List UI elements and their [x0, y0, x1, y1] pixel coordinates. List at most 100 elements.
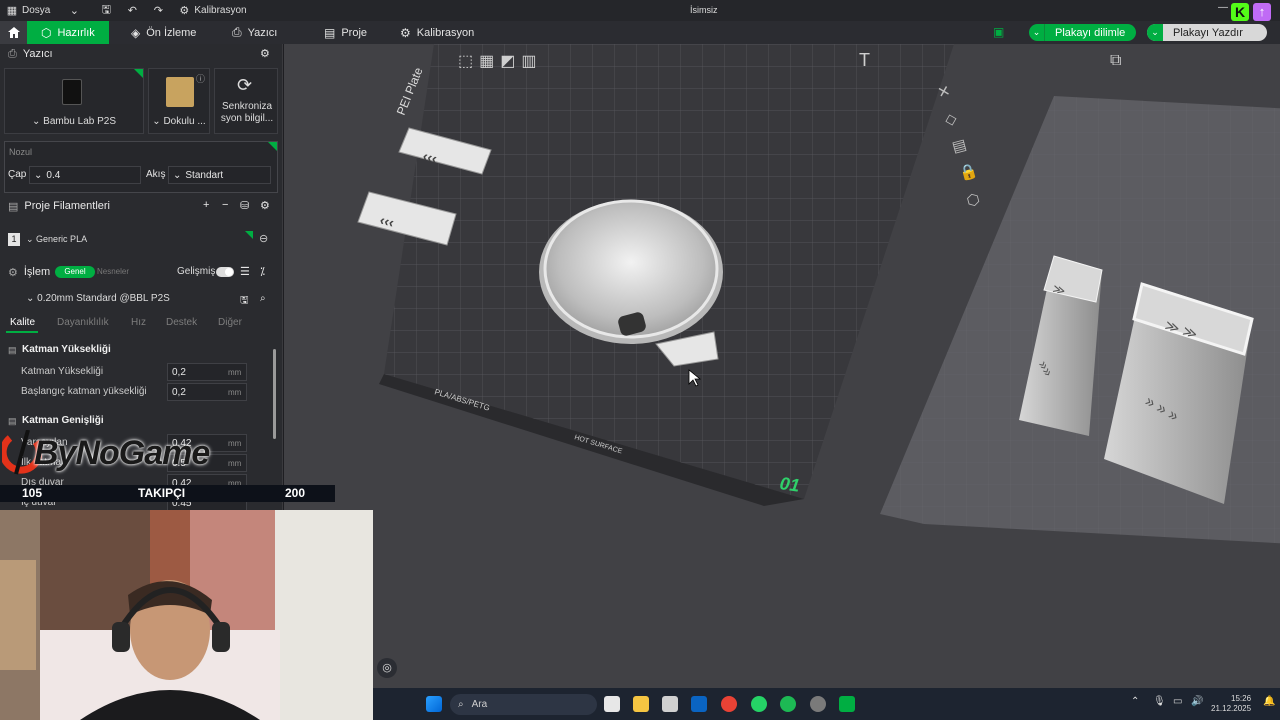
calibration-menu[interactable]: ⚙ Kalibrasyon	[172, 5, 252, 17]
tab-label: Proje	[341, 26, 368, 39]
list-icon[interactable]: ☰	[240, 265, 250, 278]
subtab-other[interactable]: Diğer	[218, 317, 242, 328]
info-icon[interactable]: ⓘ	[196, 72, 205, 85]
chevron-down-icon: ⌄	[1147, 24, 1163, 41]
subtab-quality[interactable]: Kalite	[10, 317, 35, 328]
tab-prepare[interactable]: ⬡ Hazırlık	[27, 21, 109, 44]
whatsapp-icon[interactable]	[751, 696, 767, 712]
process-icon: ⚙	[8, 266, 18, 279]
tab-project[interactable]: ▤ Proje	[324, 21, 367, 44]
gear-icon: ⚙	[400, 25, 411, 40]
scrollbar[interactable]	[273, 349, 276, 439]
sync-label: Senkroniza syon bilgil...	[220, 101, 274, 124]
advanced-toggle[interactable]	[216, 267, 234, 277]
gear-icon[interactable]: ⚙	[260, 199, 270, 212]
app-icon[interactable]	[810, 696, 826, 712]
process-preset-select[interactable]: ⌄ 0.20mm Standard @BBL P2S	[26, 291, 230, 307]
spotify-icon[interactable]	[780, 696, 796, 712]
webcam-feed	[0, 510, 373, 720]
mail-icon[interactable]	[691, 696, 707, 712]
3d-viewport[interactable]: PEI Plate PLA/ABS/PETG HOT SURFACE 01 ‹‹…	[284, 44, 1280, 688]
chevron-up-icon[interactable]: ⌃	[1131, 696, 1139, 707]
file-explorer-icon[interactable]	[633, 696, 649, 712]
multi-device-icon[interactable]: ▣	[993, 25, 1004, 39]
filament-section-title: Proje Filamentleri	[24, 200, 110, 212]
taskbar-search[interactable]: ⌕ Ara	[450, 694, 597, 715]
plate-card[interactable]: ⓘ ⌄ Dokulu ...	[148, 68, 210, 134]
sync-filament-icon[interactable]: ⛁	[240, 199, 249, 212]
sync-card[interactable]: ⟳ Senkroniza syon bilgil...	[214, 68, 278, 134]
chrome-icon[interactable]	[721, 696, 737, 712]
redo-icon[interactable]: ↷	[152, 5, 164, 17]
follower-goal-bar: 105 TAKIPÇI 200	[0, 485, 335, 502]
orient-icon[interactable]: ◩	[500, 51, 515, 73]
volume-icon[interactable]: 🔊	[1191, 696, 1203, 707]
tab-label: Ön İzleme	[146, 26, 197, 39]
assembly-view-icon[interactable]: ⧉	[1110, 52, 1121, 70]
subtab-strength[interactable]: Dayanıklılık	[57, 317, 109, 328]
camera-capture-icon[interactable]: ◎	[377, 658, 397, 678]
arrange-icon[interactable]: ▥	[521, 51, 536, 73]
add-filament-icon[interactable]: +	[203, 199, 209, 211]
task-view-icon[interactable]	[604, 696, 620, 712]
clock-time: 15:26	[1231, 694, 1252, 703]
network-icon[interactable]: ▭	[1173, 696, 1182, 707]
gear-icon[interactable]: ⚙	[260, 47, 270, 60]
file-menu-label: Dosya	[22, 5, 51, 16]
plate-name: ⌄ Dokulu ...	[152, 116, 206, 127]
save-icon[interactable]: 🖫	[100, 4, 112, 17]
start-menu-icon[interactable]	[426, 696, 442, 712]
text-tool-icon[interactable]: T	[859, 50, 870, 71]
home-button[interactable]	[0, 21, 27, 44]
objects-toggle[interactable]: Nesneler	[97, 267, 129, 276]
slice-plate-button[interactable]: ⌄ Plakayı dilimle	[1029, 24, 1136, 41]
tab-calibration[interactable]: ⚙ Kalibrasyon	[400, 21, 474, 44]
tab-printer[interactable]: ⎙ Yazıcı	[232, 21, 277, 44]
menu-grid-icon: ▦	[6, 5, 18, 17]
remove-filament-icon[interactable]: −	[222, 199, 228, 211]
bambu-studio-icon[interactable]	[839, 696, 855, 712]
chevron-down-icon: ⌄	[69, 5, 79, 17]
grid-icon[interactable]: ▦	[479, 51, 494, 73]
minimize-icon[interactable]: —	[1218, 2, 1228, 13]
print-plate-button[interactable]: ⌄ Plakayı Yazdır	[1147, 24, 1267, 41]
microphone-icon[interactable]: 🎙	[1153, 696, 1166, 707]
brand-name: ByNoGame	[34, 434, 210, 472]
search-icon[interactable]: ⌕	[260, 293, 266, 304]
nozzle-diameter-select[interactable]: ⌄ 0.4	[29, 166, 141, 184]
notification-icon[interactable]: 🔔	[1263, 696, 1275, 707]
printer-card[interactable]: ⌄ Bambu Lab P2S	[4, 68, 144, 134]
printer-section-header: ⎙ Yazıcı ⚙	[0, 44, 283, 64]
nozzle-flow-select[interactable]: ⌄ Standart	[168, 166, 271, 184]
windows-taskbar: ⌕ Ara ⌃ 🎙 ▭ 🔊 15:26 21.12.2025 🔔	[373, 688, 1280, 720]
subtab-speed[interactable]: Hız	[131, 317, 146, 328]
filament-select[interactable]: ⌄ Generic PLA	[26, 232, 256, 247]
file-menu[interactable]: ▦ Dosya ⌄	[0, 5, 86, 17]
nozzle-box: Nozul Çap ⌄ 0.4 Akış ⌄ Standart	[4, 141, 278, 193]
undo-icon[interactable]: ↶	[126, 5, 138, 17]
printer-name: ⌄ Bambu Lab P2S	[32, 116, 116, 127]
layers-icon: ◈	[131, 25, 141, 40]
add-object-icon[interactable]: ⬚	[458, 51, 473, 73]
store-icon[interactable]	[662, 696, 678, 712]
line-width-section-title: Katman Genişliği	[22, 415, 104, 426]
slice-plate-label: Plakayı dilimle	[1055, 26, 1126, 39]
layer-icon: ▤	[8, 345, 17, 355]
unit-label: mm	[228, 388, 242, 397]
remove-circle-icon[interactable]: ⊖	[259, 232, 268, 245]
taskbar-clock[interactable]: 15:26 21.12.2025	[1211, 694, 1251, 714]
plate-number: 01	[778, 473, 801, 496]
title-bar: ▦ Dosya ⌄ 🖫 ↶ ↷ ⚙ Kalibrasyon	[0, 0, 1280, 21]
tab-label: Hazırlık	[57, 26, 95, 39]
tab-preview[interactable]: ◈ Ön İzleme	[131, 21, 196, 44]
line-width-icon: ▤	[8, 416, 17, 426]
search-icon: ⌕	[458, 699, 464, 710]
upload-logo-icon: ↑	[1253, 3, 1271, 21]
layer-height-label: Katman Yüksekliği	[21, 366, 104, 377]
save-preset-icon[interactable]: 🖫	[240, 293, 249, 310]
initial-layer-label: Başlangıç katman yüksekliği	[21, 386, 147, 397]
general-toggle[interactable]: Genel	[55, 266, 95, 278]
compare-icon[interactable]: ⁒	[260, 265, 265, 278]
bowl-part[interactable]	[539, 199, 723, 344]
subtab-support[interactable]: Destek	[166, 317, 197, 328]
